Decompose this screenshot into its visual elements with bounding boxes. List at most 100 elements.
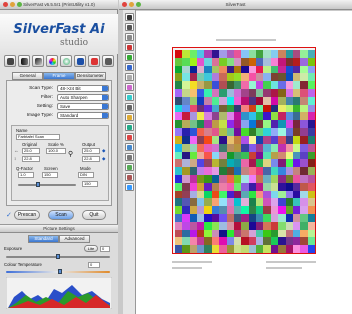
scan-type-select[interactable]: 48->24 Bit [57, 85, 109, 92]
preview-minimize-button[interactable] [129, 2, 134, 7]
exposure-lite-button[interactable]: Lite [84, 245, 98, 252]
resolution-slider[interactable] [18, 184, 76, 186]
right-title-bar[interactable]: SilverFast [119, 0, 352, 10]
undo-icon[interactable] [125, 23, 134, 31]
exposure-slider-knob[interactable] [56, 254, 60, 259]
color-patch [278, 143, 286, 152]
color-patch [211, 112, 220, 121]
zoom-icon[interactable] [125, 73, 134, 81]
histogram-display [6, 277, 112, 309]
preview-zoom-button[interactable] [136, 2, 141, 7]
tab-general[interactable]: General [12, 72, 44, 80]
colour-temp-slider-knob[interactable] [58, 269, 62, 274]
eyedropper-icon[interactable] [125, 53, 134, 61]
preview-window-controls [122, 2, 141, 7]
filter-select[interactable]: Auto Sharpen [57, 94, 109, 101]
color-patch [285, 190, 293, 199]
color-patch [307, 213, 315, 222]
color-patch [300, 143, 308, 152]
preview-canvas[interactable] [136, 11, 352, 314]
gray-balance-icon[interactable] [125, 43, 134, 51]
global-color-icon[interactable] [60, 55, 72, 67]
selective-color-icon[interactable] [46, 55, 58, 67]
frame-dimensions-box: Name Farbtafel Scan Original Scale % Out… [11, 125, 109, 201]
unsharp-mask-icon[interactable] [74, 55, 86, 67]
mono-icon[interactable] [125, 153, 134, 161]
scale-field[interactable]: 100.0 [46, 148, 66, 154]
prescan-button[interactable]: Prescan [14, 210, 40, 220]
info-icon[interactable] [125, 103, 134, 111]
density-icon[interactable] [125, 163, 134, 171]
scan-button[interactable]: Scan [48, 210, 74, 220]
color-icon[interactable] [125, 123, 134, 131]
exposure-field[interactable]: 0 [100, 246, 110, 252]
mode-field[interactable]: DIN [78, 172, 94, 178]
quit-button[interactable]: Quit [82, 210, 106, 220]
clipboard-icon[interactable] [125, 33, 134, 41]
color-patch [292, 50, 301, 58]
color-patch [278, 229, 286, 238]
zoom-button[interactable] [17, 2, 22, 7]
color-patch [285, 245, 293, 253]
height-original-field[interactable]: 22.8 [22, 156, 40, 162]
picture-settings-title[interactable]: Picture Settings [0, 225, 118, 233]
color-patch [182, 190, 190, 199]
width-output-field[interactable]: 25.0 [82, 148, 100, 154]
chain-link-icon[interactable]: ⚲ [68, 150, 73, 158]
tab-frame[interactable]: Frame [43, 72, 75, 80]
rotate-icon[interactable] [125, 83, 134, 91]
unit-select-icon[interactable]: ◆ [102, 148, 105, 154]
color-patch [189, 143, 198, 152]
color-patch [270, 159, 279, 168]
left-title-bar[interactable]: SilverFast v6.5.5r1 (PrintUtility v1.0) [0, 0, 118, 10]
expert-icon[interactable] [125, 133, 134, 141]
gradation-icon[interactable] [32, 55, 44, 67]
color-patch [182, 206, 190, 214]
close-button[interactable] [3, 2, 8, 7]
color-patch [278, 57, 286, 66]
color-patch [263, 221, 271, 230]
color-patch [233, 245, 242, 253]
overlay-icon[interactable] [125, 173, 134, 181]
setting-select[interactable]: Save [57, 103, 109, 110]
screen-field[interactable]: 150 [42, 172, 58, 178]
check-icon[interactable]: ✓ [6, 211, 12, 219]
color-patch [233, 237, 242, 246]
dust-icon[interactable] [102, 55, 114, 67]
color-patch [211, 206, 220, 214]
color-patch [241, 198, 249, 207]
preview-close-button[interactable] [122, 2, 127, 7]
image-type-select[interactable]: Standard [57, 112, 109, 119]
resolution-slider-knob[interactable] [36, 182, 40, 187]
color-patch [270, 96, 279, 105]
color-patch [182, 135, 190, 144]
help-icon[interactable] [125, 183, 134, 191]
color-patch [226, 128, 234, 136]
scale-label: Scale % [48, 142, 64, 147]
color-patch [285, 112, 293, 121]
frame-name-field[interactable]: Farbtafel Scan [16, 134, 60, 140]
tab-advanced[interactable]: Advanced [59, 235, 90, 243]
color-patch [307, 174, 315, 183]
curve-icon[interactable] [125, 113, 134, 121]
minimize-button[interactable] [10, 2, 15, 7]
colour-temp-field[interactable]: 0 [88, 262, 100, 268]
color-patch [189, 229, 198, 238]
frame-icon[interactable] [125, 13, 134, 21]
width-original-field[interactable]: 25.0 [22, 148, 40, 154]
color-patch [175, 182, 183, 191]
resolution-field[interactable]: 150 [82, 181, 98, 187]
magnify-icon[interactable] [125, 93, 134, 101]
color-patch [270, 65, 279, 74]
color-patch [226, 135, 234, 144]
height-output-field[interactable]: 22.8 [82, 156, 100, 162]
tab-standard[interactable]: Standard [28, 235, 59, 243]
target-icon[interactable] [125, 143, 134, 151]
qfactor-field[interactable]: 1.0 [18, 172, 34, 178]
histogram-icon[interactable] [18, 55, 30, 67]
descreen-icon[interactable] [88, 55, 100, 67]
scan-icon[interactable] [4, 55, 16, 67]
unit-select-icon-2[interactable]: ◆ [102, 156, 105, 162]
tab-densitometer[interactable]: Densitometer [74, 72, 106, 80]
move-icon[interactable] [125, 63, 134, 71]
